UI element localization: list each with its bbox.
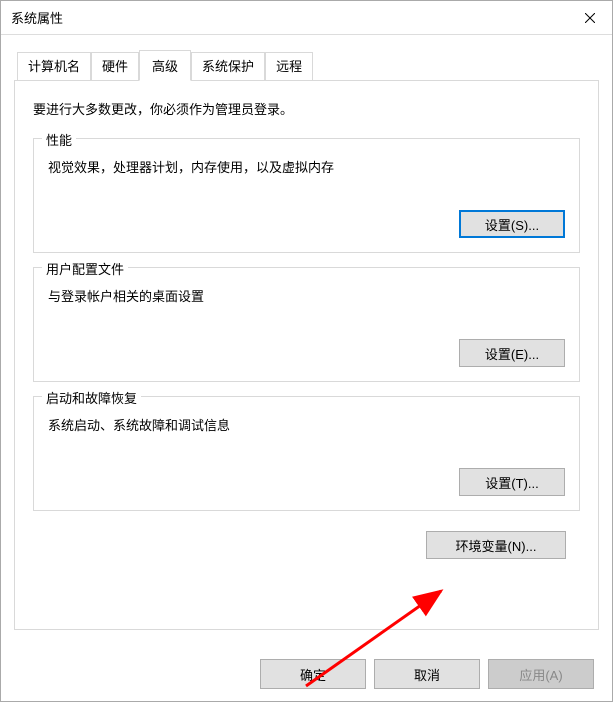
window-title: 系统属性 [11, 8, 63, 27]
tab-remote[interactable]: 远程 [265, 52, 313, 81]
tab-strip: 计算机名 硬件 高级 系统保护 远程 [17, 49, 599, 80]
startup-btn-row: 设置(T)... [48, 468, 565, 496]
performance-legend: 性能 [42, 130, 76, 149]
apply-button[interactable]: 应用(A) [488, 659, 594, 689]
performance-group: 性能 视觉效果，处理器计划，内存使用，以及虚拟内存 设置(S)... [33, 138, 580, 253]
titlebar: 系统属性 [1, 1, 612, 35]
system-properties-window: 系统属性 计算机名 硬件 高级 系统保护 远程 要进行大多数更改，你必须作为管理… [0, 0, 613, 702]
environment-variables-button[interactable]: 环境变量(N)... [426, 531, 566, 559]
performance-btn-row: 设置(S)... [48, 210, 565, 238]
intro-text: 要进行大多数更改，你必须作为管理员登录。 [33, 99, 580, 118]
tab-advanced[interactable]: 高级 [139, 50, 191, 81]
startup-desc: 系统启动、系统故障和调试信息 [48, 415, 565, 434]
startup-group: 启动和故障恢复 系统启动、系统故障和调试信息 设置(T)... [33, 396, 580, 511]
ok-button[interactable]: 确定 [260, 659, 366, 689]
tab-computer-name[interactable]: 计算机名 [17, 52, 91, 81]
env-vars-row: 环境变量(N)... [33, 531, 566, 559]
tab-panel-advanced: 要进行大多数更改，你必须作为管理员登录。 性能 视觉效果，处理器计划，内存使用，… [14, 80, 599, 630]
tab-system-protection[interactable]: 系统保护 [191, 52, 265, 81]
content-area: 计算机名 硬件 高级 系统保护 远程 要进行大多数更改，你必须作为管理员登录。 … [1, 35, 612, 630]
startup-legend: 启动和故障恢复 [42, 388, 141, 407]
startup-settings-button[interactable]: 设置(T)... [459, 468, 565, 496]
profile-settings-button[interactable]: 设置(E)... [459, 339, 565, 367]
close-button[interactable] [567, 1, 612, 34]
cancel-button[interactable]: 取消 [374, 659, 480, 689]
profile-btn-row: 设置(E)... [48, 339, 565, 367]
profile-desc: 与登录帐户相关的桌面设置 [48, 286, 565, 305]
tab-hardware[interactable]: 硬件 [91, 52, 139, 81]
dialog-button-row: 确定 取消 应用(A) [260, 659, 594, 689]
performance-settings-button[interactable]: 设置(S)... [459, 210, 565, 238]
performance-desc: 视觉效果，处理器计划，内存使用，以及虚拟内存 [48, 157, 565, 176]
close-icon [585, 13, 595, 23]
profile-group: 用户配置文件 与登录帐户相关的桌面设置 设置(E)... [33, 267, 580, 382]
profile-legend: 用户配置文件 [42, 259, 128, 278]
